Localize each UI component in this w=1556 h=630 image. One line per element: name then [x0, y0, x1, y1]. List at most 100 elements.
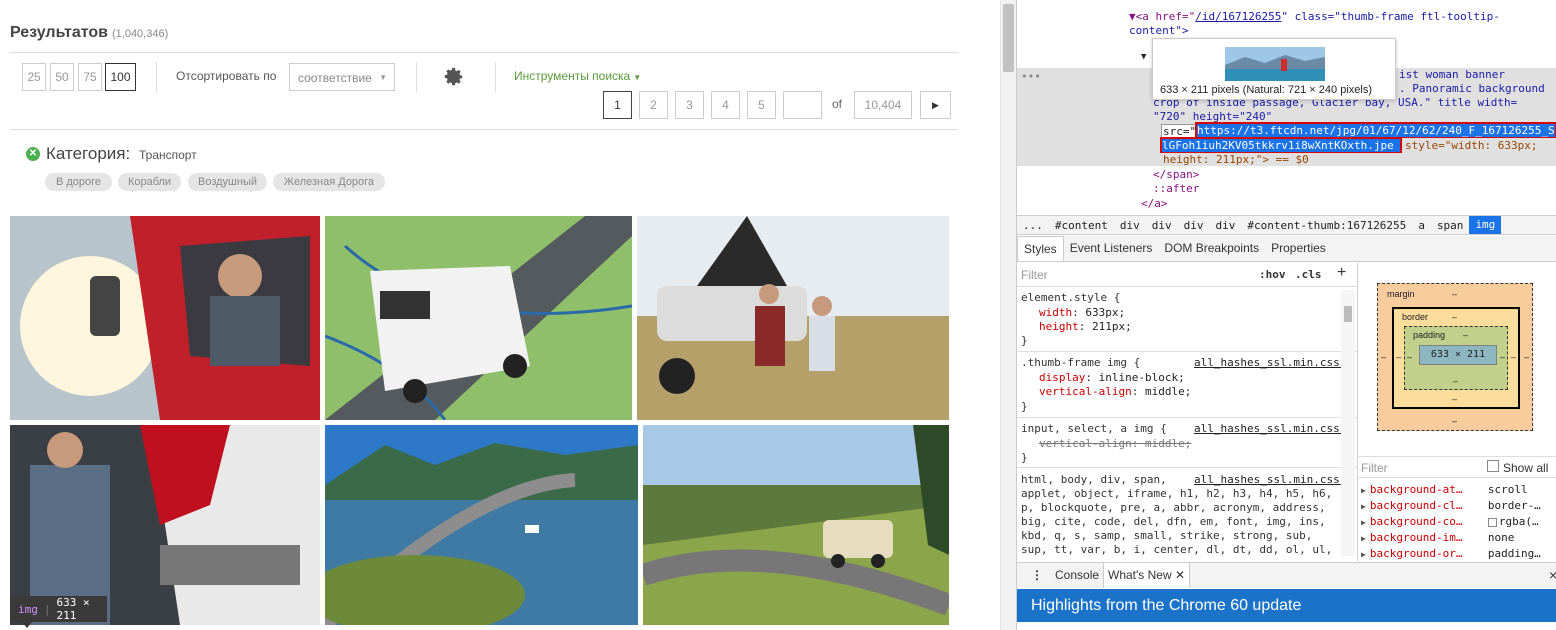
rule-selector-line: kbd, q, s, samp, small, strike, strong, …: [1021, 529, 1313, 542]
overridden-decl[interactable]: vertical-align: middle;: [1039, 437, 1191, 450]
box-model-padding[interactable]: padding – – – – 633 × 211: [1404, 326, 1508, 390]
page-5-button[interactable]: 5: [747, 91, 776, 119]
add-rule-button[interactable]: +: [1337, 264, 1346, 282]
computed-prop-row[interactable]: ▶ background-or… padding…: [1361, 547, 1541, 560]
search-tools-link[interactable]: Инструменты поиска ▼: [514, 69, 641, 83]
breadcrumb-item-active[interactable]: img: [1469, 216, 1502, 234]
remove-filter-icon[interactable]: ✕: [26, 147, 40, 161]
hov-toggle[interactable]: :hov: [1259, 268, 1286, 281]
rv-road-thumb[interactable]: [643, 425, 949, 625]
tab-styles[interactable]: Styles: [1017, 236, 1064, 261]
box-model-content[interactable]: 633 × 211: [1419, 345, 1497, 365]
styles-scrollbar[interactable]: [1341, 290, 1355, 556]
chip-ships[interactable]: Корабли: [118, 173, 181, 191]
a-href-link[interactable]: /id/167126255: [1195, 10, 1281, 23]
gear-icon[interactable]: [443, 66, 465, 88]
computed-prop-value: rgba(…: [1498, 515, 1539, 528]
dom-line-a[interactable]: ▼<a href="/id/167126255" class="thumb-fr…: [1129, 10, 1500, 23]
rule-decl[interactable]: width: 633px;: [1039, 306, 1125, 319]
tab-whats-new[interactable]: What's New ✕: [1103, 563, 1191, 588]
chip-on-road[interactable]: В дороге: [45, 173, 112, 191]
breadcrumb-item[interactable]: a: [1412, 219, 1431, 232]
color-swatch-icon[interactable]: [1487, 517, 1497, 527]
show-all-checkbox[interactable]: [1487, 460, 1499, 472]
border-top-value: –: [1452, 312, 1458, 322]
per-page-75-button[interactable]: 75: [78, 63, 102, 91]
rule-decl[interactable]: vertical-align: middle;: [1039, 385, 1191, 398]
rule-selector-line: applet, object, iframe, h1, h2, h3, h4, …: [1021, 487, 1333, 500]
rule-source-link[interactable]: all_hashes_ssl.min.css:1: [1194, 356, 1353, 369]
span-toggle[interactable]: ▼: [1141, 52, 1146, 62]
breadcrumb-item[interactable]: div: [1209, 219, 1241, 232]
drawer-menu-icon[interactable]: ⋮: [1027, 563, 1047, 588]
page-3-button[interactable]: 3: [675, 91, 704, 119]
computed-prop-row[interactable]: ▶ background-co… rgba(…: [1361, 515, 1539, 528]
scrollbar-thumb[interactable]: [1344, 306, 1352, 322]
margin-top-value: –: [1452, 289, 1458, 299]
show-all-label: Show all: [1503, 461, 1549, 475]
atlantic-road-bridge-thumb[interactable]: [325, 425, 638, 625]
rule-source-link[interactable]: all_hashes_ssl.min.css:1: [1194, 422, 1353, 435]
padding-top-value: –: [1463, 330, 1469, 340]
close-drawer-icon[interactable]: ×: [1545, 563, 1556, 588]
node-ellipsis[interactable]: •••: [1021, 70, 1041, 83]
breadcrumb-item[interactable]: #content-thumb:167126255: [1241, 219, 1412, 232]
van-on-road-thumb[interactable]: [325, 216, 632, 420]
tab-properties[interactable]: Properties: [1265, 236, 1332, 261]
tab-console[interactable]: Console: [1051, 563, 1103, 588]
computed-prop-row[interactable]: ▶ background-at… scroll: [1361, 483, 1528, 496]
per-page-25-button[interactable]: 25: [22, 63, 46, 91]
page-4-button[interactable]: 4: [711, 91, 740, 119]
span-close[interactable]: </span>: [1153, 168, 1199, 181]
computed-prop-row[interactable]: ▶ background-im… none: [1361, 531, 1514, 544]
rule-selector: element.style {: [1021, 291, 1121, 304]
breadcrumb-item[interactable]: #content: [1049, 219, 1114, 232]
scrollbar-thumb[interactable]: [1003, 4, 1014, 72]
box-model-margin[interactable]: margin – – – – border – – – – padding – …: [1377, 283, 1533, 431]
tab-event-listeners[interactable]: Event Listeners: [1064, 236, 1159, 261]
close-icon[interactable]: ✕: [1175, 568, 1185, 582]
page-number-input[interactable]: [783, 91, 822, 119]
breadcrumb-item[interactable]: span: [1431, 219, 1470, 232]
tab-dom-breakpoints[interactable]: DOM Breakpoints: [1158, 236, 1265, 261]
chip-railway[interactable]: Железная Дорога: [273, 173, 385, 191]
page-scrollbar[interactable]: [1000, 0, 1016, 630]
broken-car-couple-thumb[interactable]: [637, 216, 949, 420]
per-page-100-button[interactable]: 100: [105, 63, 136, 91]
breadcrumb-item[interactable]: ...: [1017, 219, 1049, 232]
src-url-line-2[interactable]: lGFoh1iuh2KV05tkkrv1i8wXntKOxth.jpe: [1162, 139, 1400, 152]
styles-filter-input[interactable]: Filter: [1021, 268, 1048, 282]
computed-filter-input[interactable]: Filter: [1361, 461, 1388, 475]
box-model-border[interactable]: border – – – – padding – – – – 633 × 211: [1392, 307, 1520, 409]
rule-source-link[interactable]: all_hashes_ssl.min.css:1: [1194, 473, 1353, 486]
computed-prop-name: background-co…: [1369, 515, 1463, 528]
a-close[interactable]: </a>: [1141, 197, 1168, 210]
chip-air[interactable]: Воздушный: [188, 173, 267, 191]
computed-prop-row[interactable]: ▶ background-cl… border-…: [1361, 499, 1541, 512]
rule-decl[interactable]: display: inline-block;: [1039, 371, 1185, 384]
styles-filter-row: Filter :hov .cls +: [1017, 263, 1357, 287]
rule-element-style: element.style { width: 633px; height: 21…: [1017, 288, 1357, 352]
page-2-button[interactable]: 2: [639, 91, 668, 119]
margin-bottom-value: –: [1452, 416, 1458, 426]
prop-name: width: [1039, 306, 1073, 319]
divider: [10, 52, 958, 53]
per-page-50-button[interactable]: 50: [50, 63, 74, 91]
cls-toggle[interactable]: .cls: [1295, 268, 1322, 281]
breadcrumb-item[interactable]: div: [1114, 219, 1146, 232]
computed-prop-value: none: [1487, 531, 1515, 544]
src-url-line-1[interactable]: https://t3.ftcdn.net/jpg/01/67/12/62/240…: [1197, 124, 1555, 137]
padding-left-value: –: [1407, 352, 1413, 362]
sort-select[interactable]: соответствие ▼: [289, 63, 395, 91]
truck-washing-thumb[interactable]: [10, 425, 320, 625]
computed-prop-name: background-cl…: [1369, 499, 1463, 512]
breadcrumb-item[interactable]: div: [1178, 219, 1210, 232]
prop-name: height: [1039, 320, 1079, 333]
chevron-right-icon: ▶: [932, 99, 939, 110]
rule-decl[interactable]: height: 211px;: [1039, 320, 1132, 333]
next-page-button[interactable]: ▶: [920, 91, 951, 119]
after-pseudo[interactable]: ::after: [1153, 182, 1199, 195]
page-1-button[interactable]: 1: [603, 91, 632, 119]
breadcrumb-item[interactable]: div: [1146, 219, 1178, 232]
truck-driver-thumb[interactable]: [10, 216, 320, 420]
